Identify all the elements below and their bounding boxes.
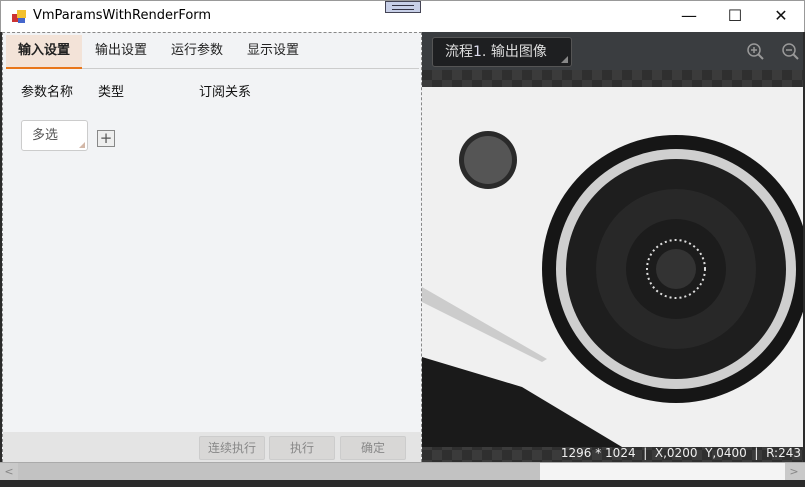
scroll-right-button[interactable]: > xyxy=(785,463,803,480)
tab-display-settings[interactable]: 显示设置 xyxy=(238,35,308,69)
image-status-bar: 1296 * 1024 | X,0200 Y,0400 | R:243 xyxy=(560,446,801,460)
scroll-track[interactable] xyxy=(540,463,785,480)
tab-input-settings[interactable]: 输入设置 xyxy=(6,35,82,69)
app-icon xyxy=(12,10,26,23)
maximize-button[interactable]: ☐ xyxy=(712,1,758,31)
source-prefix: 流程 xyxy=(445,44,473,60)
render-panel: 流程1. 输出图像 1296 * 1024 | X,0200 Y,0400 | … xyxy=(422,32,803,462)
source-number: 1 xyxy=(473,44,482,60)
zoom-in-icon[interactable] xyxy=(746,42,766,62)
zoom-out-icon[interactable] xyxy=(781,42,801,62)
source-suffix: . 输出图像 xyxy=(481,44,547,60)
close-button[interactable]: ✕ xyxy=(758,1,804,31)
params-panel: 输入设置 输出设置 运行参数 显示设置 参数名称 类型 订阅关系 多选 + 连续… xyxy=(2,32,422,462)
column-type: 类型 xyxy=(98,85,125,100)
horizontal-scrollbar[interactable]: < > xyxy=(0,462,805,480)
footer-bar: 连续执行 执行 确定 xyxy=(3,432,421,462)
rendered-image[interactable] xyxy=(422,87,803,447)
title-bar: VmParamsWithRenderForm — ☐ ✕ xyxy=(0,0,805,32)
scroll-thumb[interactable] xyxy=(18,463,540,480)
confirm-button[interactable]: 确定 xyxy=(340,436,406,460)
column-subscription: 订阅关系 xyxy=(199,85,252,100)
continuous-run-button[interactable]: 连续执行 xyxy=(199,436,265,460)
minimize-button[interactable]: — xyxy=(666,1,712,31)
column-param-name: 参数名称 xyxy=(21,85,74,100)
window-title: VmParamsWithRenderForm xyxy=(33,8,212,23)
drag-handle[interactable] xyxy=(385,1,421,13)
multi-select-dropdown[interactable]: 多选 xyxy=(21,120,88,151)
run-button[interactable]: 执行 xyxy=(269,436,335,460)
tab-run-params[interactable]: 运行参数 xyxy=(162,35,232,69)
tab-bar: 输入设置 输出设置 运行参数 显示设置 xyxy=(6,35,419,69)
image-source-dropdown[interactable]: 流程1. 输出图像 xyxy=(432,37,572,67)
add-button[interactable]: + xyxy=(97,130,115,147)
tab-output-settings[interactable]: 输出设置 xyxy=(86,35,156,69)
scroll-left-button[interactable]: < xyxy=(0,463,18,480)
